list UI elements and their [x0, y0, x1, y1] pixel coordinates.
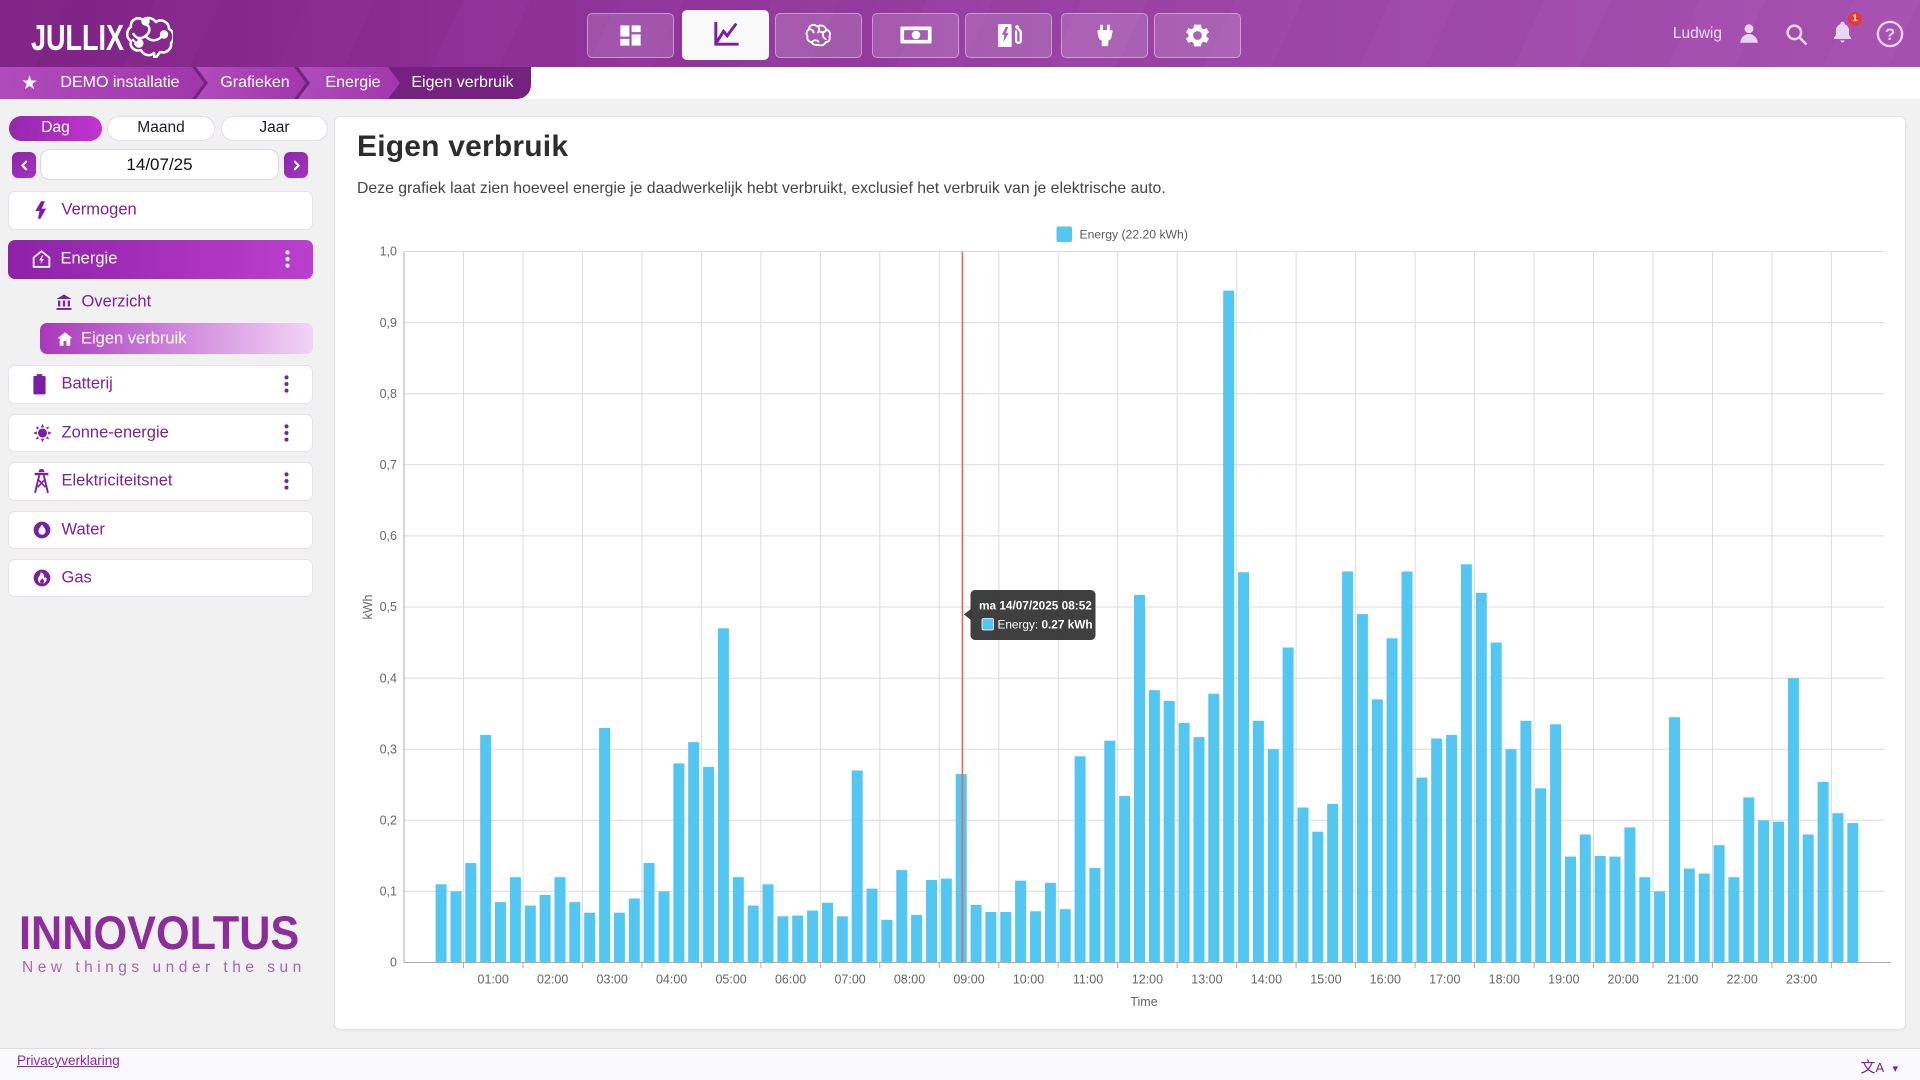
svg-text:0,8: 0,8 [380, 387, 397, 401]
svg-text:09:00: 09:00 [953, 973, 984, 987]
svg-text:15:00: 15:00 [1310, 973, 1341, 987]
svg-text:23:00: 23:00 [1786, 973, 1817, 987]
svg-text:01:00: 01:00 [478, 973, 509, 987]
svg-text:Time: Time [1130, 995, 1157, 1009]
svg-text:02:00: 02:00 [537, 973, 568, 987]
svg-text:17:00: 17:00 [1429, 973, 1460, 987]
svg-text:0,4: 0,4 [380, 671, 397, 685]
svg-text:18:00: 18:00 [1489, 973, 1520, 987]
svg-text:13:00: 13:00 [1191, 973, 1222, 987]
svg-text:07:00: 07:00 [834, 973, 865, 987]
svg-text:kWh: kWh [361, 594, 375, 619]
svg-text:0,3: 0,3 [380, 742, 397, 756]
svg-text:11:00: 11:00 [1073, 973, 1103, 987]
svg-text:Energy (22.20 kWh): Energy (22.20 kWh) [1080, 228, 1188, 242]
svg-text:Energy: 0.27 kWh: Energy: 0.27 kWh [998, 618, 1093, 632]
svg-text:12:00: 12:00 [1132, 973, 1163, 987]
svg-text:?: ? [1885, 25, 1895, 44]
svg-text:0: 0 [390, 956, 397, 970]
svg-text:0,5: 0,5 [380, 600, 397, 614]
svg-text:08:00: 08:00 [894, 973, 925, 987]
svg-text:20:00: 20:00 [1608, 973, 1639, 987]
svg-text:0,2: 0,2 [380, 814, 397, 828]
svg-text:ma 14/07/2025 08:52: ma 14/07/2025 08:52 [979, 599, 1092, 613]
svg-text:21:00: 21:00 [1667, 973, 1698, 987]
svg-text:06:00: 06:00 [775, 973, 806, 987]
svg-text:1,0: 1,0 [380, 245, 397, 259]
svg-text:0,7: 0,7 [380, 458, 397, 472]
svg-text:22:00: 22:00 [1727, 973, 1758, 987]
svg-text:19:00: 19:00 [1548, 973, 1579, 987]
svg-text:16:00: 16:00 [1370, 973, 1401, 987]
svg-text:0,1: 0,1 [380, 885, 397, 899]
svg-text:0,9: 0,9 [380, 316, 397, 330]
svg-text:03:00: 03:00 [597, 973, 628, 987]
svg-text:0,6: 0,6 [380, 529, 397, 543]
svg-text:04:00: 04:00 [656, 973, 687, 987]
svg-text:05:00: 05:00 [715, 973, 746, 987]
svg-text:14:00: 14:00 [1251, 973, 1282, 987]
svg-text:10:00: 10:00 [1013, 973, 1044, 987]
